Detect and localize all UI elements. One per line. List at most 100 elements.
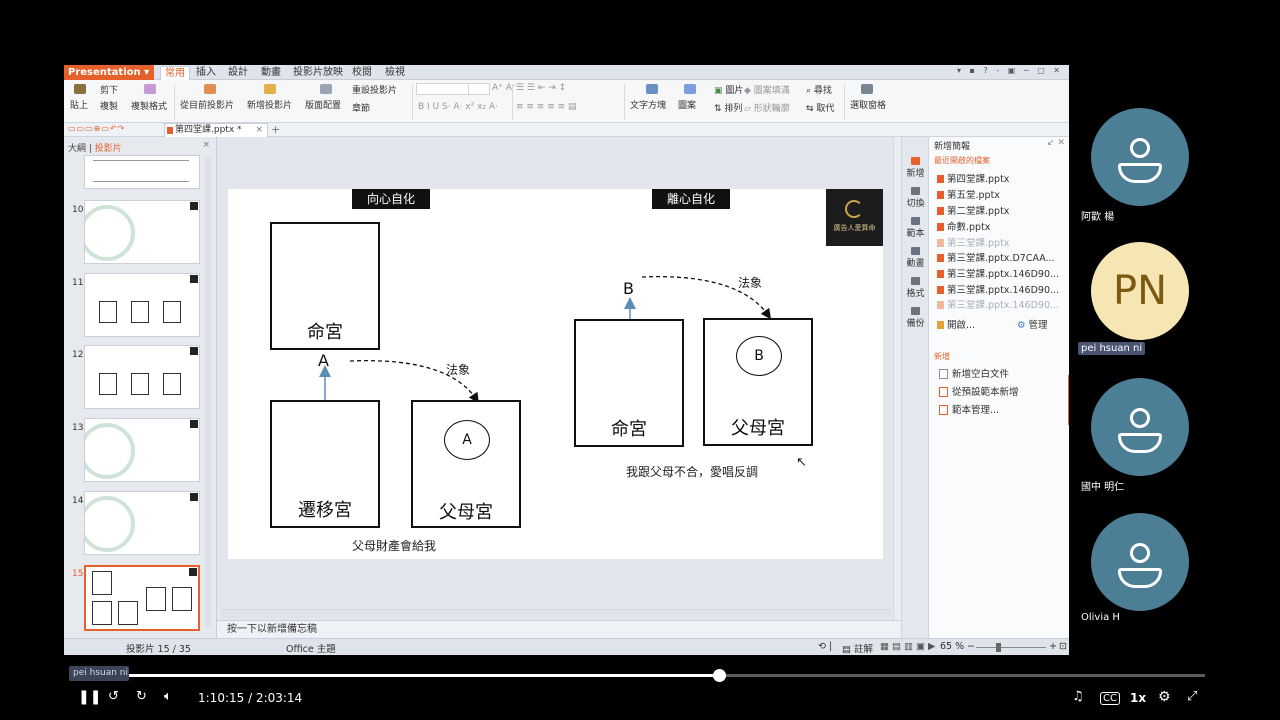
pause-icon[interactable]: ❚❚ <box>78 689 101 705</box>
recent-file-item[interactable]: 命數.pptx <box>937 219 990 233</box>
side-tab-format[interactable]: 格式 <box>902 277 929 299</box>
zoom-in-button[interactable]: + <box>1049 641 1057 652</box>
close-tab-icon[interactable]: × <box>255 124 263 137</box>
replace-button[interactable]: ⇆ 取代 <box>806 101 834 114</box>
person-icon-body <box>1118 163 1162 183</box>
ming-gong-label: 命宮 <box>307 322 343 343</box>
app-menu-button[interactable]: Presentation ▾ <box>64 65 154 80</box>
recent-file-item[interactable]: 第三堂課.pptx.D7CAA... <box>937 250 1055 264</box>
new-from-template[interactable]: 從預設範本新增 <box>939 384 1019 398</box>
slide-thumbnail[interactable] <box>84 345 200 409</box>
tab-view[interactable]: 檢視 <box>381 66 409 80</box>
side-tab-template[interactable]: 範本 <box>902 217 929 239</box>
slide-thumbnail[interactable] <box>84 418 200 482</box>
tab-insert[interactable]: 插入 <box>192 66 220 80</box>
copy-button[interactable]: 複製 <box>100 99 118 112</box>
paste-button[interactable]: 貼上 <box>70 98 88 111</box>
fit-window-icon[interactable]: ⊡ <box>1059 641 1067 652</box>
slide-thumbnail[interactable] <box>84 491 200 555</box>
zoom-slider-thumb[interactable] <box>996 643 1001 652</box>
zoom-slider[interactable] <box>976 647 1046 648</box>
tab-design[interactable]: 設計 <box>224 66 252 80</box>
recent-file-item[interactable]: 第五堂.pptx <box>937 187 1000 201</box>
close-panel-icon[interactable]: × <box>202 140 210 150</box>
fullscreen-icon[interactable]: ⤢ <box>1187 689 1197 704</box>
tab-animation[interactable]: 動畫 <box>257 66 285 80</box>
layout-button[interactable]: 版面配置 <box>305 98 341 111</box>
list-buttons[interactable]: ☰ ☰ ⇤ ⇥ ↕ <box>516 83 566 93</box>
participant-avatar[interactable]: PN <box>1091 242 1189 340</box>
manage-button[interactable]: ⚙ 管理 <box>1017 317 1048 331</box>
tab-home[interactable]: 常用 <box>160 66 190 80</box>
undo-icon[interactable]: ⟲ | <box>818 641 832 652</box>
new-blank-document[interactable]: 新增空白文件 <box>939 366 1009 380</box>
slide-thumbnail[interactable] <box>84 200 200 264</box>
open-button[interactable]: 開啟... <box>937 317 975 331</box>
find-button[interactable]: ⌕ 尋找 <box>806 83 832 96</box>
notes-button[interactable]: ▤ 註解 <box>842 641 873 655</box>
slide-thumbnail[interactable] <box>84 273 200 337</box>
participant-avatar[interactable] <box>1091 108 1189 206</box>
person-icon <box>1130 138 1150 158</box>
progress-knob[interactable] <box>712 669 726 682</box>
thumb-box <box>92 601 112 625</box>
rewind-10-icon[interactable]: ↺ <box>108 689 119 704</box>
audio-settings-icon[interactable]: ♫ <box>1072 689 1084 704</box>
new-tab-button[interactable]: + <box>271 123 280 136</box>
shape-fill-button[interactable]: ◆ 圖案填滿 <box>744 83 790 96</box>
selection-pane-button[interactable]: 選取窗格 <box>850 98 886 111</box>
window-controls[interactable]: ▾ ▪ ? ‐ ▣ ─ ▢ ✕ <box>957 66 1063 75</box>
new-slide-button[interactable]: 新增投影片 <box>247 98 292 111</box>
settings-icon[interactable]: ⚙ <box>1158 689 1171 705</box>
close-pane-icon[interactable]: ↙ ✕ <box>1047 138 1065 148</box>
from-current-slide-button[interactable]: 從目前投影片 <box>180 98 234 111</box>
zoom-out-button[interactable]: − <box>967 641 975 652</box>
forward-10-icon[interactable]: ↻ <box>136 689 147 704</box>
tab-slideshow[interactable]: 投影片放映 <box>289 66 347 80</box>
recent-file-item[interactable]: 第三堂課.pptx.146D90... <box>937 282 1059 296</box>
quick-access-icons[interactable]: ▭▭▭⊕▭↶↷ <box>68 124 125 133</box>
recent-file-item[interactable]: 第三堂課.pptx <box>937 235 1009 249</box>
playback-speed[interactable]: 1x <box>1130 691 1146 705</box>
participant-avatar[interactable] <box>1091 378 1189 476</box>
arrange-button[interactable]: ⇅ 排列 <box>714 101 742 114</box>
participant-avatar[interactable] <box>1091 513 1189 611</box>
horizontal-scrollbar[interactable] <box>221 609 891 618</box>
recent-file-item[interactable]: 第二堂課.pptx <box>937 203 1009 217</box>
cut-button[interactable]: 剪下 <box>100 83 118 96</box>
section-button[interactable]: 章節 <box>352 101 370 114</box>
picture-button[interactable]: ▣ 圖片 <box>714 83 743 96</box>
view-mode-buttons[interactable]: ▦ ▤ ▥ ▣ ▶ <box>880 641 935 652</box>
side-tab-transition[interactable]: 切換 <box>902 187 929 209</box>
tab-review[interactable]: 校閱 <box>348 66 376 80</box>
recent-file-item[interactable]: 第四堂課.pptx <box>937 171 1009 185</box>
slide-thumbnail-selected[interactable] <box>84 565 200 631</box>
document-tab[interactable]: 第四堂課.pptx * × <box>164 123 268 137</box>
recent-file-item[interactable]: 第三堂課.pptx.146D90... <box>937 297 1059 311</box>
font-size-select[interactable] <box>468 83 490 95</box>
notes-pane[interactable]: 按一下以新增備忘稿 <box>217 620 901 638</box>
side-tab-new[interactable]: 新增 <box>902 157 929 179</box>
right-caption: 我跟父母不合，愛唱反調 <box>626 465 759 479</box>
tab-slides[interactable]: 投影片 <box>95 144 122 154</box>
slide-thumbnail[interactable] <box>84 155 200 189</box>
font-style-buttons[interactable]: B I U S· A· x² x₂ A· <box>418 102 498 112</box>
slide-canvas[interactable]: 向心自化 離心自化 廣告人愛算命 命宮 A 法象 遷移宮 A 父母宮 父母財產會… <box>228 189 883 559</box>
tab-outline[interactable]: 大綱 <box>68 144 86 154</box>
recent-file-name: 第五堂.pptx <box>947 190 1000 201</box>
recent-file-item[interactable]: 第三堂課.pptx.146D90... <box>937 266 1059 280</box>
panel-scrollbar[interactable] <box>205 157 211 627</box>
captions-icon[interactable]: CC <box>1100 692 1120 705</box>
thumb-box <box>163 301 181 323</box>
template-manager[interactable]: 範本管理... <box>939 402 999 416</box>
vertical-scrollbar[interactable] <box>893 137 901 620</box>
side-tab-animation[interactable]: 動畫 <box>902 247 929 269</box>
reset-slide-button[interactable]: 重設投影片 <box>352 83 397 96</box>
shape-outline-button[interactable]: ▱ 形狀輪廓 <box>744 101 790 114</box>
side-tab-backup[interactable]: 備份 <box>902 307 929 329</box>
format-painter-button[interactable]: 複製格式 <box>131 99 167 112</box>
align-buttons[interactable]: ≡ ≡ ≡ ≡ ≡ ▤ <box>516 102 577 112</box>
shapes-button[interactable]: 圖案 <box>678 98 696 111</box>
volume-icon[interactable]: 🔈︎ <box>164 689 172 704</box>
text-box-button[interactable]: 文字方塊 <box>630 98 666 111</box>
